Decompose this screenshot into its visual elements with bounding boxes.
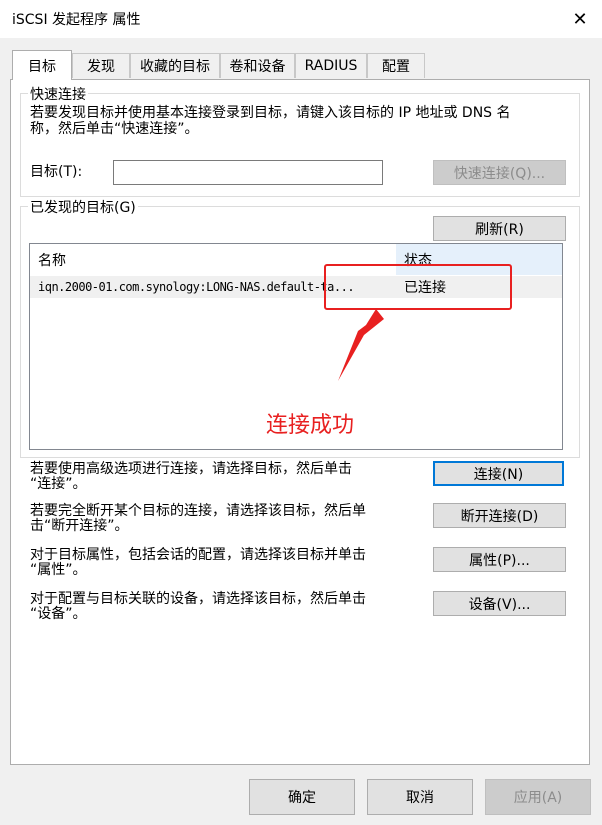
properties-button[interactable]: 属性(P)... (433, 547, 566, 572)
quick-connect-description-line1: 若要发现目标并使用基本连接登录到目标，请键入该目标的 IP 地址或 DNS 名 (30, 105, 511, 121)
target-input[interactable] (113, 160, 383, 185)
apply-button-label: 应用(A) (513, 790, 563, 806)
title-bar: iSCSI 发起程序 属性 ✕ (0, 0, 602, 38)
properties-button-label: 属性(P)... (469, 552, 530, 569)
refresh-button-label: 刷新(R) (475, 221, 524, 238)
tab-radius[interactable]: RADIUS (295, 53, 367, 78)
properties-description-line1: 对于目标属性，包括会话的配置，请选择该目标并单击 (30, 547, 366, 563)
apply-button[interactable]: 应用(A) (485, 779, 591, 815)
disconnect-button[interactable]: 断开连接(D) (433, 503, 566, 528)
tab-volumes-devices[interactable]: 卷和设备 (220, 53, 295, 78)
cancel-button-label: 取消 (406, 790, 434, 806)
properties-description-line2: “属性”。 (30, 562, 87, 578)
connect-description-line1: 若要使用高级选项进行连接，请选择目标，然后单击 (30, 461, 352, 477)
devices-button-label: 设备(V)... (468, 596, 531, 613)
tab-discovery[interactable]: 发现 (72, 53, 130, 78)
connect-button-label: 连接(N) (473, 466, 524, 483)
disconnect-button-label: 断开连接(D) (460, 508, 539, 525)
quick-connect-label: 快速连接 (28, 84, 88, 104)
tab-label: 发现 (87, 59, 115, 75)
target-name-cell: iqn.2000-01.com.synology:LONG-NAS.defaul… (38, 280, 355, 294)
tab-label: 配置 (382, 59, 410, 75)
target-label: 目标(T): (30, 164, 83, 180)
connect-button[interactable]: 连接(N) (433, 461, 564, 486)
quick-connect-button[interactable]: 快速连接(Q)... (433, 160, 566, 185)
disconnect-description-line1: 若要完全断开某个目标的连接，请选择该目标，然后单 (30, 503, 366, 519)
tab-label: RADIUS (304, 58, 358, 74)
tab-favorite-targets[interactable]: 收藏的目标 (130, 53, 220, 78)
connect-description-line2: “连接”。 (30, 476, 87, 492)
tab-label: 卷和设备 (229, 59, 286, 75)
tab-configuration[interactable]: 配置 (367, 53, 425, 78)
tab-targets[interactable]: 目标 (12, 50, 72, 80)
refresh-button[interactable]: 刷新(R) (433, 216, 566, 241)
annotation-text: 连接成功 (266, 413, 355, 438)
highlight-box (324, 264, 512, 310)
devices-description-line1: 对于配置与目标关联的设备，请选择该目标，然后单击 (30, 591, 366, 607)
devices-button[interactable]: 设备(V)... (433, 591, 566, 616)
tab-label: 目标 (28, 58, 56, 75)
close-button[interactable]: ✕ (558, 0, 602, 38)
devices-description-line2: “设备”。 (30, 606, 87, 622)
ok-button-label: 确定 (288, 790, 316, 806)
quick-connect-description-line2: 称，然后单击“快速连接”。 (30, 121, 199, 137)
annotation-arrow-icon (338, 309, 384, 381)
ok-button[interactable]: 确定 (249, 779, 355, 815)
discovered-targets-label: 已发现的目标(G) (28, 197, 138, 217)
cancel-button[interactable]: 取消 (367, 779, 473, 815)
close-icon: ✕ (572, 8, 588, 30)
tab-label: 收藏的目标 (140, 59, 210, 75)
disconnect-description-line2: 击“断开连接”。 (30, 518, 129, 534)
quick-connect-button-label: 快速连接(Q)... (453, 165, 546, 182)
window-title: iSCSI 发起程序 属性 (12, 12, 141, 28)
